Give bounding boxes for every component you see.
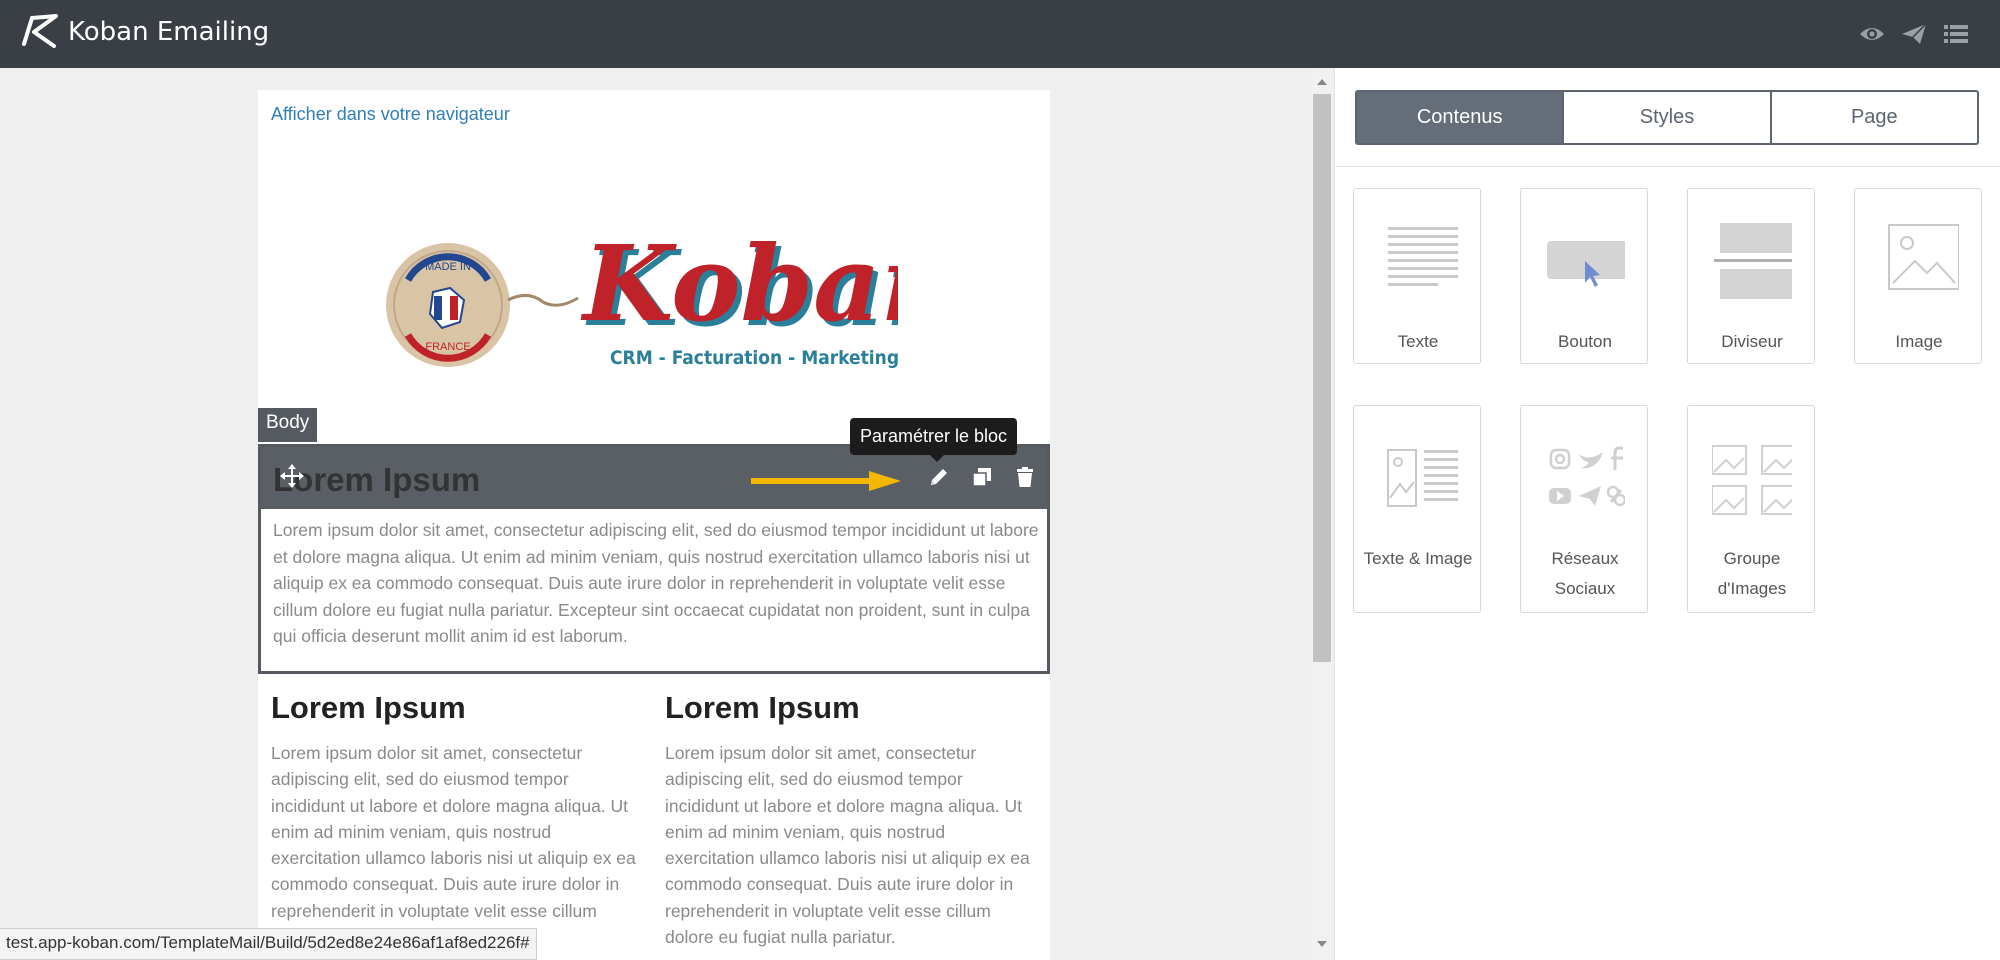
selected-text-block[interactable]: Lorem Ipsum Lorem ipsum dolor sit amet, … (258, 444, 1050, 674)
column-title: Lorem Ipsum (271, 690, 466, 725)
tab-page[interactable]: Page (1772, 92, 1977, 143)
tile-label: Texte (1397, 332, 1439, 351)
badge-bottom-text: FRANCE (425, 341, 470, 353)
column-right[interactable]: Lorem Ipsum Lorem ipsum dolor sit amet, … (665, 690, 1035, 950)
panel-tabs: Contenus Styles Page (1355, 90, 1979, 145)
column-text: Lorem ipsum dolor sit amet, consectetur … (271, 743, 636, 947)
eye-icon[interactable] (1858, 22, 1886, 46)
email-preview: Afficher dans votre navigateur MADE IN F… (258, 90, 1050, 960)
panel-divider (1335, 166, 2000, 167)
block-text: Lorem ipsum dolor sit amet, consectetur … (273, 520, 1039, 646)
brand-tagline: CRM - Facturation - Marketing (610, 347, 898, 369)
tile-reseaux-sociaux[interactable]: Réseaux Sociaux (1520, 405, 1648, 613)
column-title: Lorem Ipsum (665, 690, 860, 725)
send-icon[interactable] (1900, 22, 1928, 46)
edit-pencil-icon[interactable] (927, 465, 951, 489)
divider-icon (1714, 223, 1792, 299)
view-in-browser-link[interactable]: Afficher dans votre navigateur (271, 104, 510, 125)
koban-brand-logo: MADE IN FRANCE Koban Koban CRM - Factura… (386, 222, 898, 369)
tile-bouton[interactable]: Bouton (1520, 188, 1648, 364)
tile-label: Réseaux Sociaux (1551, 549, 1619, 598)
app-title: Koban Emailing (68, 17, 270, 47)
content-panel: Contenus Styles Page Texte Bouton Divise… (1334, 68, 2000, 960)
tile-label: Diviseur (1721, 332, 1783, 351)
move-icon[interactable] (279, 463, 305, 489)
tile-label: Image (1895, 332, 1943, 351)
button-cursor-icon (1547, 241, 1625, 287)
social-icons-icon (1549, 446, 1625, 507)
scrollbar-thumb[interactable] (1313, 94, 1331, 662)
tile-texte[interactable]: Texte (1353, 188, 1481, 364)
tile-label: Groupe d'Images (1717, 549, 1787, 598)
delete-trash-icon[interactable] (1013, 465, 1037, 489)
brand-text: Koban (580, 222, 898, 345)
text-lines-icon (1388, 227, 1458, 286)
tile-label: Bouton (1558, 332, 1612, 351)
tile-diviseur[interactable]: Diviseur (1687, 188, 1815, 364)
column-text: Lorem ipsum dolor sit amet, consectetur … (665, 743, 1030, 948)
email-canvas: Afficher dans votre navigateur MADE IN F… (0, 68, 1312, 960)
tile-image[interactable]: Image (1854, 188, 1982, 364)
scroll-down-icon[interactable] (1315, 938, 1329, 950)
menu-icon[interactable] (1942, 22, 1970, 46)
tile-label: Texte & Image (1363, 549, 1473, 568)
image-group-icon (1712, 445, 1792, 515)
yellow-arrow-icon (751, 471, 901, 491)
top-bar: Koban Emailing (0, 0, 2000, 68)
scroll-up-icon[interactable] (1315, 76, 1329, 88)
duplicate-icon[interactable] (970, 465, 994, 489)
image-icon (1888, 224, 1959, 290)
column-left[interactable]: Lorem Ipsum Lorem ipsum dolor sit amet, … (271, 690, 641, 950)
koban-logo-icon (22, 14, 58, 48)
tab-contenus[interactable]: Contenus (1357, 92, 1565, 143)
configure-block-tooltip: Paramétrer le bloc (850, 418, 1018, 462)
badge-top-text: MADE IN (425, 261, 471, 273)
text-image-icon (1387, 449, 1458, 507)
body-tag[interactable]: Body (258, 408, 318, 442)
tile-groupe-images[interactable]: Groupe d'Images (1687, 405, 1815, 613)
tile-texte-image[interactable]: Texte & Image (1353, 405, 1481, 613)
tab-styles[interactable]: Styles (1564, 92, 1772, 143)
status-url-bar: test.app-koban.com/TemplateMail/Build/5d… (0, 928, 537, 960)
